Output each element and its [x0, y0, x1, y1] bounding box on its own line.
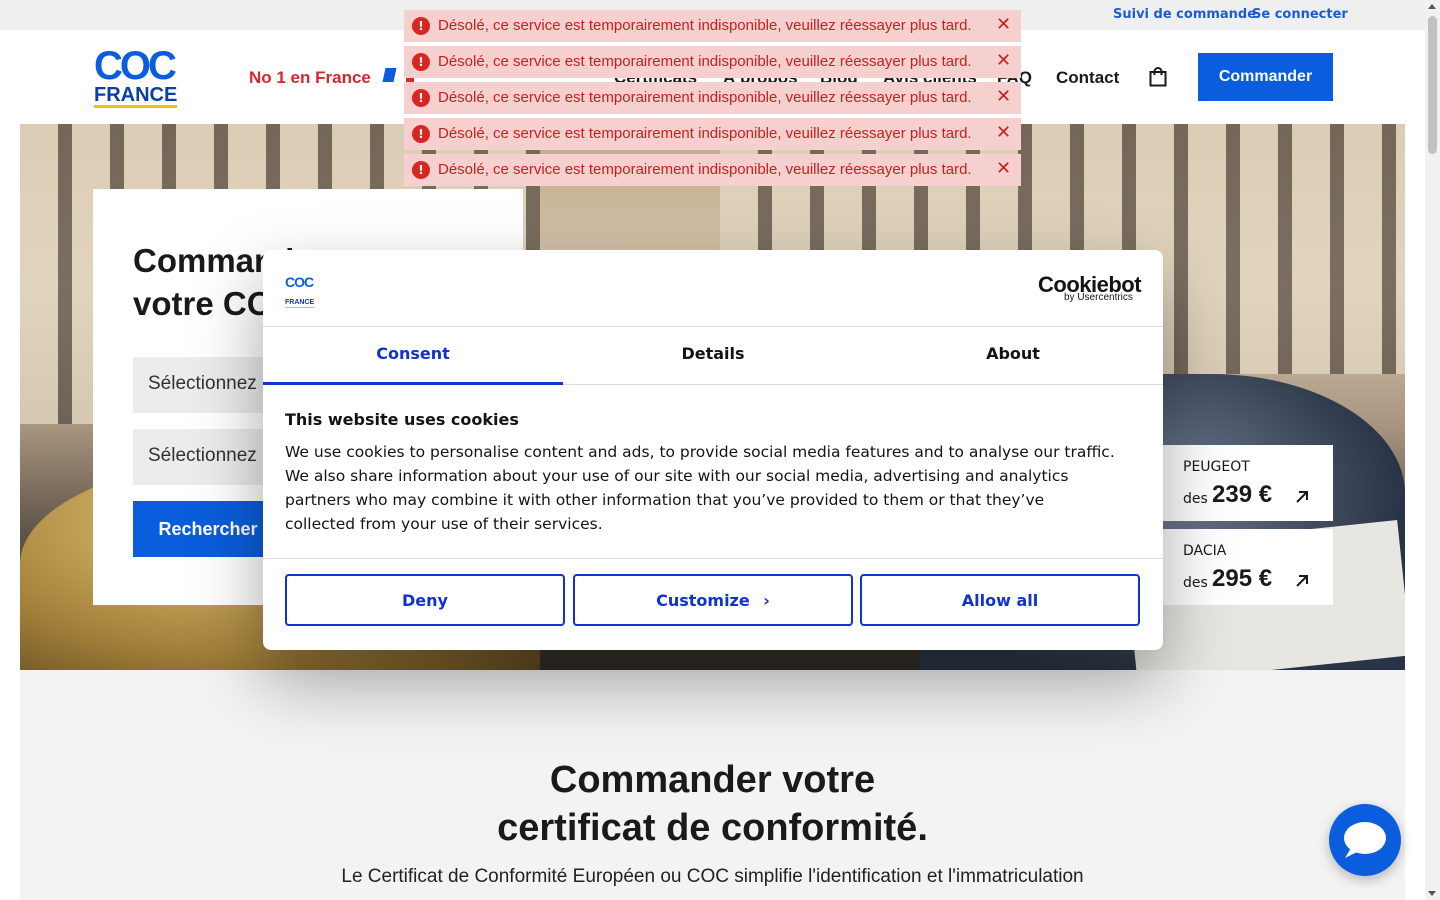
close-icon[interactable]: ✕: [996, 159, 1011, 179]
site-logo[interactable]: COC FRANCE: [94, 46, 184, 108]
nav-contact[interactable]: Contact: [1056, 68, 1119, 88]
price-brand: DACIA: [1183, 543, 1227, 559]
shopping-bag-icon[interactable]: [1149, 67, 1167, 87]
toast-message: Désolé, ce service est temporairement in…: [438, 89, 972, 106]
scroll-down-icon[interactable]: [1428, 891, 1436, 896]
track-order-link[interactable]: Suivi de commande: [1113, 7, 1256, 22]
close-icon[interactable]: ✕: [996, 123, 1011, 143]
cookie-site-logo: COC FRANCE: [285, 274, 317, 308]
price-prefix: des: [1183, 575, 1208, 591]
price-card-dacia[interactable]: DACIA des 295 €: [1163, 529, 1333, 605]
intro-section: Commander votre certificat de conformité…: [20, 670, 1405, 900]
close-icon[interactable]: ✕: [996, 87, 1011, 107]
error-toast: ! Désolé, ce service est temporairement …: [404, 46, 1021, 78]
section-title-line1: Commander votre: [549, 759, 876, 801]
toast-message: Désolé, ce service est temporairement in…: [438, 53, 972, 70]
price-amount: 295 €: [1212, 565, 1273, 592]
deny-button[interactable]: Deny: [285, 574, 565, 626]
price-amount: 239 €: [1212, 481, 1273, 508]
close-icon[interactable]: ✕: [996, 51, 1011, 71]
order-button[interactable]: Commander: [1198, 53, 1333, 101]
tagline: No 1 en France: [249, 68, 371, 87]
cookiebot-logo-sub: by Usercentrics: [1064, 292, 1133, 303]
error-toast: ! Désolé, ce service est temporairement …: [404, 10, 1021, 42]
error-toast: ! Désolé, ce service est temporairement …: [404, 154, 1021, 186]
cookie-tabs: Consent Details About: [263, 327, 1163, 385]
arrow-up-right-icon: [1296, 575, 1308, 587]
error-toast: ! Désolé, ce service est temporairement …: [404, 118, 1021, 150]
logo-text-coc: COC: [94, 44, 177, 88]
login-link[interactable]: Se connecter: [1252, 7, 1348, 22]
toast-message: Désolé, ce service est temporairement in…: [438, 125, 972, 142]
error-icon: !: [412, 17, 430, 35]
scroll-up-icon[interactable]: [1428, 4, 1436, 9]
scrollbar-thumb[interactable]: [1428, 16, 1437, 154]
search-button[interactable]: Rechercher: [133, 501, 283, 557]
price-card-peugeot[interactable]: PEUGEOT des 239 €: [1163, 445, 1333, 521]
page-scrollbar[interactable]: [1425, 0, 1440, 900]
chevron-right-icon: ›: [763, 590, 770, 610]
cookie-consent-dialog: COC FRANCE Cookiebot by Usercentrics Con…: [263, 250, 1163, 650]
error-toast: ! Désolé, ce service est temporairement …: [404, 82, 1021, 114]
error-icon: !: [412, 89, 430, 107]
tab-consent[interactable]: Consent: [263, 327, 563, 385]
section-intro: Le Certificat de Conformité Européen ou …: [341, 866, 1084, 887]
cookie-title: This website uses cookies: [285, 410, 519, 429]
cookie-dialog-header: COC FRANCE Cookiebot by Usercentrics: [263, 250, 1163, 327]
cookie-divider: [263, 558, 1163, 559]
arrow-up-right-icon: [1296, 491, 1308, 503]
cookie-logo-text-coc: COC: [285, 274, 314, 290]
cookie-body: We use cookies to personalise content an…: [285, 443, 1115, 533]
section-title: Commander votre certificat de conformité…: [20, 756, 1405, 852]
close-icon[interactable]: ✕: [996, 15, 1011, 35]
tab-about[interactable]: About: [863, 327, 1163, 385]
customize-label: Customize: [656, 590, 750, 610]
price-brand: PEUGEOT: [1183, 459, 1250, 475]
chat-button[interactable]: [1329, 804, 1401, 876]
customize-button[interactable]: Customize ›: [573, 574, 853, 626]
chat-icon: [1344, 822, 1386, 858]
error-icon: !: [412, 53, 430, 71]
logo-text-france: FRANCE: [94, 84, 178, 108]
error-icon: !: [412, 161, 430, 179]
error-icon: !: [412, 125, 430, 143]
price-prefix: des: [1183, 491, 1208, 507]
section-title-line2: certificat de conformité.: [497, 807, 928, 849]
toast-message: Désolé, ce service est temporairement in…: [438, 161, 972, 178]
allow-all-button[interactable]: Allow all: [860, 574, 1140, 626]
cookie-logo-text-france: FRANCE: [285, 299, 315, 308]
tab-details[interactable]: Details: [563, 327, 863, 385]
toast-message: Désolé, ce service est temporairement in…: [438, 17, 972, 34]
